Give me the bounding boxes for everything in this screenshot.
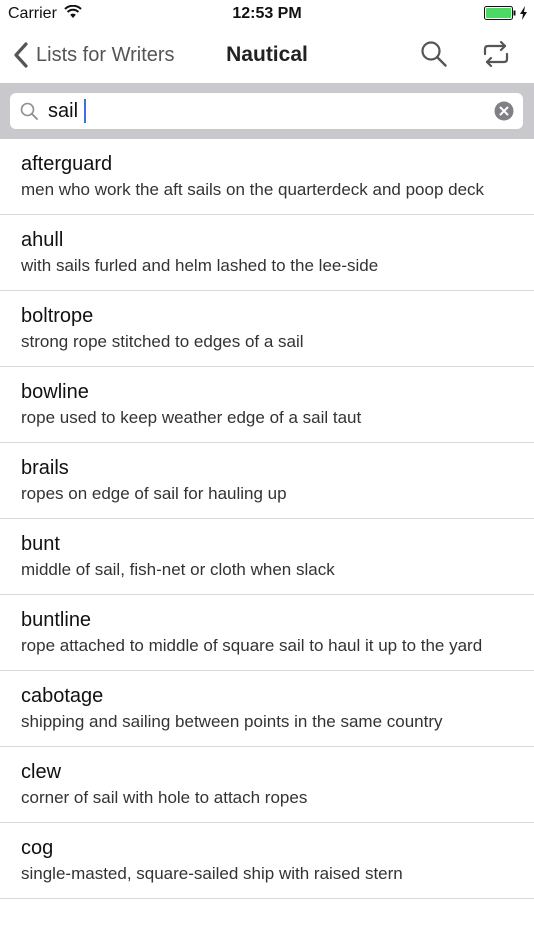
charging-icon: [520, 6, 527, 20]
text-cursor: [84, 99, 86, 123]
results-list: afterguard men who work the aft sails on…: [0, 139, 534, 950]
list-item[interactable]: cog single-masted, square-sailed ship wi…: [0, 823, 534, 899]
chevron-left-icon: [14, 42, 28, 68]
item-term: cabotage: [21, 685, 104, 707]
item-definition: rope attached to middle of square sail t…: [21, 636, 483, 655]
item-definition: shipping and sailing between points in t…: [21, 712, 443, 731]
item-definition: with sails furled and helm lashed to the…: [21, 256, 379, 275]
navigation-bar: Lists for Writers Nautical: [0, 28, 534, 83]
item-term: buntline: [21, 609, 92, 631]
item-term: cog: [21, 837, 54, 859]
search-bar: [0, 83, 534, 139]
item-definition: strong rope stitched to edges of a sail: [21, 332, 304, 351]
item-term: bunt: [21, 533, 60, 555]
shuffle-icon[interactable]: [482, 41, 510, 67]
item-definition: men who work the aft sails on the quarte…: [21, 180, 485, 199]
item-definition: single-masted, square-sailed ship with r…: [21, 864, 403, 883]
battery-icon: [484, 6, 516, 20]
item-term: clew: [21, 761, 62, 783]
item-term: ahull: [21, 229, 64, 251]
item-term: boltrope: [21, 305, 94, 327]
item-term: bowline: [21, 381, 89, 403]
item-definition: ropes on edge of sail for hauling up: [21, 484, 287, 503]
list-item[interactable]: bunt middle of sail, fish-net or cloth w…: [0, 519, 534, 595]
item-definition: rope used to keep weather edge of a sail…: [21, 408, 362, 427]
back-label: Lists for Writers: [36, 43, 175, 66]
search-icon[interactable]: [420, 40, 448, 68]
list-item[interactable]: afterguard men who work the aft sails on…: [0, 139, 534, 215]
back-button[interactable]: Lists for Writers: [14, 40, 175, 70]
list-item[interactable]: ahull with sails furled and helm lashed …: [0, 215, 534, 291]
search-field-icon: [20, 102, 38, 120]
item-term: brails: [21, 457, 69, 479]
list-item[interactable]: buntline rope attached to middle of squa…: [0, 595, 534, 671]
status-bar: Carrier 12:53 PM: [0, 0, 534, 28]
clear-icon[interactable]: [494, 101, 514, 121]
search-field[interactable]: [10, 93, 523, 129]
list-item[interactable]: brails ropes on edge of sail for hauling…: [0, 443, 534, 519]
list-item[interactable]: clew corner of sail with hole to attach …: [0, 747, 534, 823]
list-item[interactable]: cabotage shipping and sailing between po…: [0, 671, 534, 747]
item-definition: middle of sail, fish-net or cloth when s…: [21, 560, 335, 579]
list-item[interactable]: bowline rope used to keep weather edge o…: [0, 367, 534, 443]
search-input[interactable]: [48, 97, 488, 125]
list-item[interactable]: boltrope strong rope stitched to edges o…: [0, 291, 534, 367]
status-time: 12:53 PM: [232, 5, 302, 22]
item-definition: corner of sail with hole to attach ropes: [21, 788, 308, 807]
item-term: afterguard: [21, 153, 113, 175]
